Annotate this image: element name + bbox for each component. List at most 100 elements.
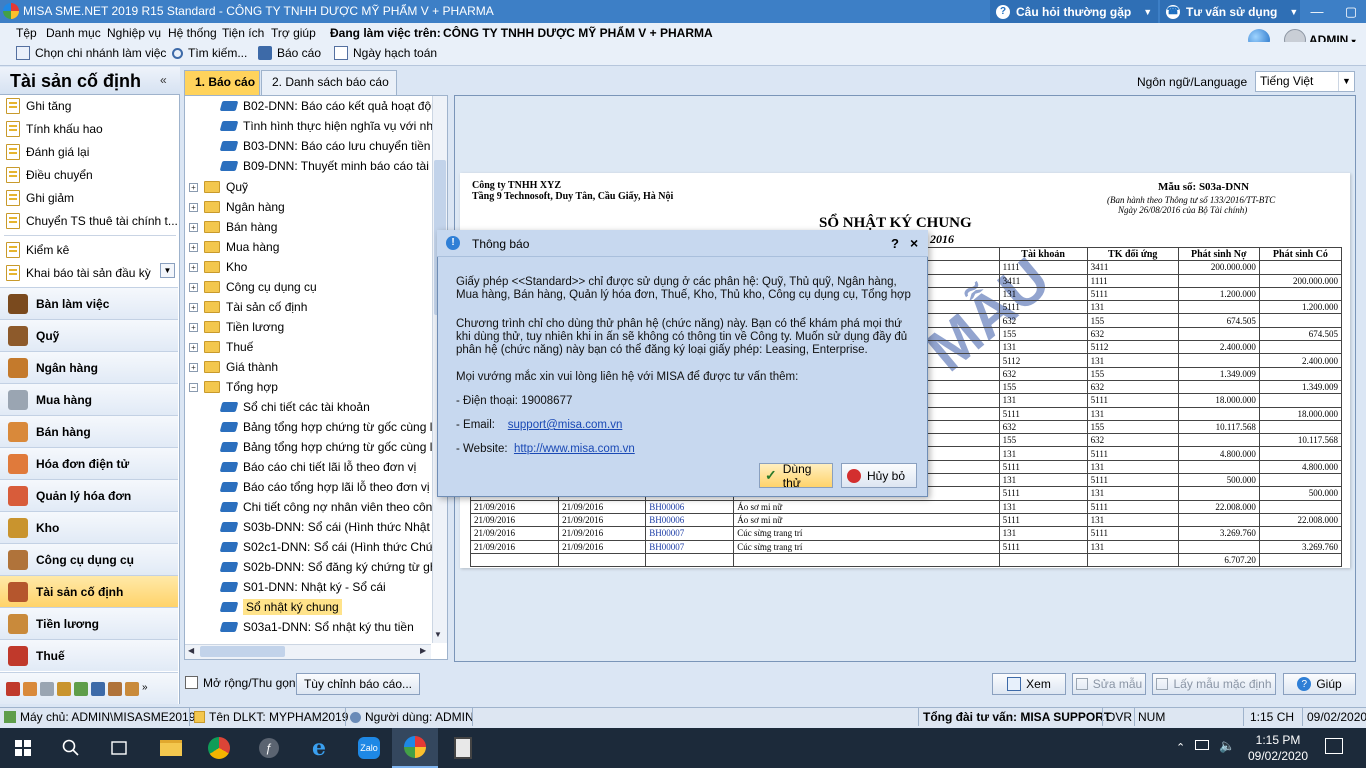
calculator-icon[interactable] <box>440 728 486 768</box>
tree-folder[interactable]: + Tài sản cố định <box>189 297 307 317</box>
mini-icon[interactable] <box>40 681 54 696</box>
action-transfer[interactable]: Điều chuyển <box>0 164 180 186</box>
cancel-button[interactable]: Hủy bỏ <box>841 463 917 488</box>
tab-report-list[interactable]: 2. Danh sách báo cáo <box>261 70 397 95</box>
mini-icon[interactable] <box>125 681 139 696</box>
close-icon[interactable]: × <box>910 235 918 251</box>
mini-icon[interactable] <box>74 681 88 696</box>
tree-report-item[interactable]: B02-DNN: Báo cáo kết quả hoạt độn <box>219 96 438 116</box>
consult-button[interactable]: ☎ Tư vấn sử dụng ▼ <box>1160 0 1300 23</box>
email-link[interactable]: support@misa.com.vn <box>508 419 623 431</box>
tab-reports[interactable]: 1. Báo cáo <box>184 70 260 95</box>
scroll-right-icon[interactable]: ▶ <box>420 646 426 655</box>
tree-report-item[interactable]: Bảng tổng hợp chứng từ gốc cùng loạ <box>219 437 446 457</box>
menu-operations[interactable]: Nghiệp vụ <box>107 26 161 40</box>
tree-folder[interactable]: + Bán hàng <box>189 217 277 237</box>
collapse-icon[interactable]: « <box>160 73 167 87</box>
network-icon[interactable] <box>1195 740 1209 750</box>
mini-icon[interactable] <box>108 681 122 696</box>
post-date-button[interactable]: Ngày hạch toán <box>334 46 437 60</box>
tree-folder[interactable]: + Quỹ <box>189 177 248 197</box>
search-button[interactable]: Tìm kiếm... <box>172 46 247 60</box>
default-template-button[interactable]: Lấy mẫu mặc định <box>1152 673 1276 695</box>
action-decrease[interactable]: Ghi giảm <box>0 187 180 209</box>
nav-payroll[interactable]: Tiền lương <box>0 607 178 639</box>
nav-tools[interactable]: Công cụ dụng cụ <box>0 543 178 575</box>
view-button[interactable]: Xem <box>992 673 1066 695</box>
tree-folder[interactable]: + Ngân hàng <box>189 197 285 217</box>
maximize-icon[interactable]: ▢ <box>1334 0 1366 23</box>
nav-purchase[interactable]: Mua hàng <box>0 383 178 415</box>
expand-icon[interactable]: + <box>189 202 198 212</box>
tree-report-item[interactable]: S02b-DNN: Sổ đăng ký chứng từ ghi <box>219 557 439 577</box>
task-view-icon[interactable] <box>96 728 142 768</box>
windows-start-icon[interactable] <box>0 728 46 768</box>
tree-folder[interactable]: + Thuế <box>189 337 253 357</box>
tree-report-item[interactable]: Bảng tổng hợp chứng từ gốc cùng loạ <box>219 417 446 437</box>
try-button[interactable]: ✓ Dùng thử <box>759 462 833 490</box>
search-icon[interactable] <box>48 728 94 768</box>
website-link[interactable]: http://www.misa.com.vn <box>514 443 635 455</box>
mini-icon[interactable] <box>23 681 37 696</box>
menu-help[interactable]: Trợ giúp <box>271 26 316 40</box>
faq-button[interactable]: ? Câu hỏi thường gặp ▼ <box>990 0 1158 23</box>
expand-icon[interactable]: + <box>189 242 198 252</box>
chevron-up-icon[interactable]: ⌃ <box>1176 741 1185 754</box>
tree-folder[interactable]: + Giá thành <box>189 357 278 377</box>
tree-report-item[interactable]: S03a1-DNN: Sổ nhật ký thu tiền <box>219 617 414 637</box>
tree-folder[interactable]: + Mua hàng <box>189 237 279 257</box>
misa-taskbar-icon[interactable] <box>392 728 438 768</box>
tree-report-item[interactable]: B09-DNN: Thuyết minh báo cáo tài c <box>219 156 438 176</box>
action-increase[interactable]: Ghi tăng <box>0 95 180 117</box>
action-opening-assets[interactable]: Khai báo tài sản đầu kỳ <box>0 262 180 284</box>
collapse-icon[interactable]: − <box>189 382 198 392</box>
notification-icon[interactable] <box>1325 738 1343 754</box>
tree-report-item[interactable]: S01-DNN: Nhật ký - Sổ cái <box>219 577 386 597</box>
flash-icon[interactable]: ƒ <box>246 728 292 768</box>
mini-icon[interactable] <box>57 681 71 696</box>
internet-explorer-icon[interactable]: e <box>296 728 342 768</box>
action-lease-transfer[interactable]: Chuyển TS thuê tài chính t... <box>0 210 180 232</box>
nav-bank[interactable]: Ngân hàng <box>0 351 178 383</box>
tree-report-item[interactable]: S02c1-DNN: Sổ cái (Hình thức Chứn <box>219 537 440 557</box>
tree-folder[interactable]: − Tổng hợp <box>189 377 278 397</box>
expand-icon[interactable]: + <box>189 322 198 332</box>
tree-folder[interactable]: + Kho <box>189 257 247 277</box>
tree-report-item[interactable]: Báo cáo chi tiết lãi lỗ theo đơn vị <box>219 457 416 477</box>
tree-report-item[interactable]: B03-DNN: Báo cáo lưu chuyển tiền t <box>219 136 437 156</box>
tree-folder[interactable]: + Tiền lương <box>189 317 284 337</box>
tree-report-item[interactable]: S03b-DNN: Sổ cái (Hình thức Nhật k <box>219 517 439 537</box>
volume-icon[interactable]: 🔈 <box>1219 738 1235 754</box>
taskbar-clock[interactable]: 1:15 PM 09/02/2020 <box>1238 732 1318 764</box>
tree-report-item[interactable]: Tình hình thực hiện nghĩa vụ với nhà <box>219 116 440 136</box>
zalo-icon[interactable]: Zalo <box>346 728 392 768</box>
expand-collapse-checkbox[interactable] <box>185 676 198 689</box>
expand-icon[interactable]: + <box>189 262 198 272</box>
tree-report-item-selected[interactable]: Sổ nhật ký chung <box>219 597 342 617</box>
nav-e-invoice[interactable]: Hóa đơn điện tử <box>0 447 178 479</box>
nav-warehouse[interactable]: Kho <box>0 511 178 543</box>
nav-desk[interactable]: Bàn làm việc <box>0 287 178 319</box>
expand-icon[interactable]: + <box>189 182 198 192</box>
menu-file[interactable]: Tệp <box>16 26 37 40</box>
tree-report-item[interactable]: Báo cáo tổng hợp lãi lỗ theo đơn vị <box>219 477 430 497</box>
scroll-left-icon[interactable]: ◀ <box>188 646 194 655</box>
nav-sales[interactable]: Bán hàng <box>0 415 178 447</box>
tree-folder[interactable]: + Công cụ dụng cụ <box>189 277 317 297</box>
expand-icon[interactable]: + <box>189 362 198 372</box>
expand-icon[interactable]: + <box>189 302 198 312</box>
menu-catalog[interactable]: Danh mục <box>46 26 101 40</box>
chevron-down-icon[interactable]: ▼ <box>160 263 175 278</box>
menu-utilities[interactable]: Tiện ích <box>222 26 264 40</box>
menu-system[interactable]: Hệ thống <box>168 26 217 40</box>
help-icon[interactable]: ? <box>891 236 899 251</box>
tree-report-item[interactable]: Sổ chi tiết các tài khoản <box>219 397 370 417</box>
expand-icon[interactable]: + <box>189 222 198 232</box>
nav-invoice-management[interactable]: Quản lý hóa đơn <box>0 479 178 511</box>
file-explorer-icon[interactable] <box>148 728 194 768</box>
action-inventory-check[interactable]: Kiểm kê <box>0 239 180 261</box>
tree-report-item[interactable]: Chi tiết công nợ nhân viên theo công <box>219 497 439 517</box>
chrome-icon[interactable] <box>196 728 242 768</box>
action-revaluation[interactable]: Đánh giá lại <box>0 141 180 163</box>
edit-template-button[interactable]: Sửa mẫu <box>1072 673 1146 695</box>
